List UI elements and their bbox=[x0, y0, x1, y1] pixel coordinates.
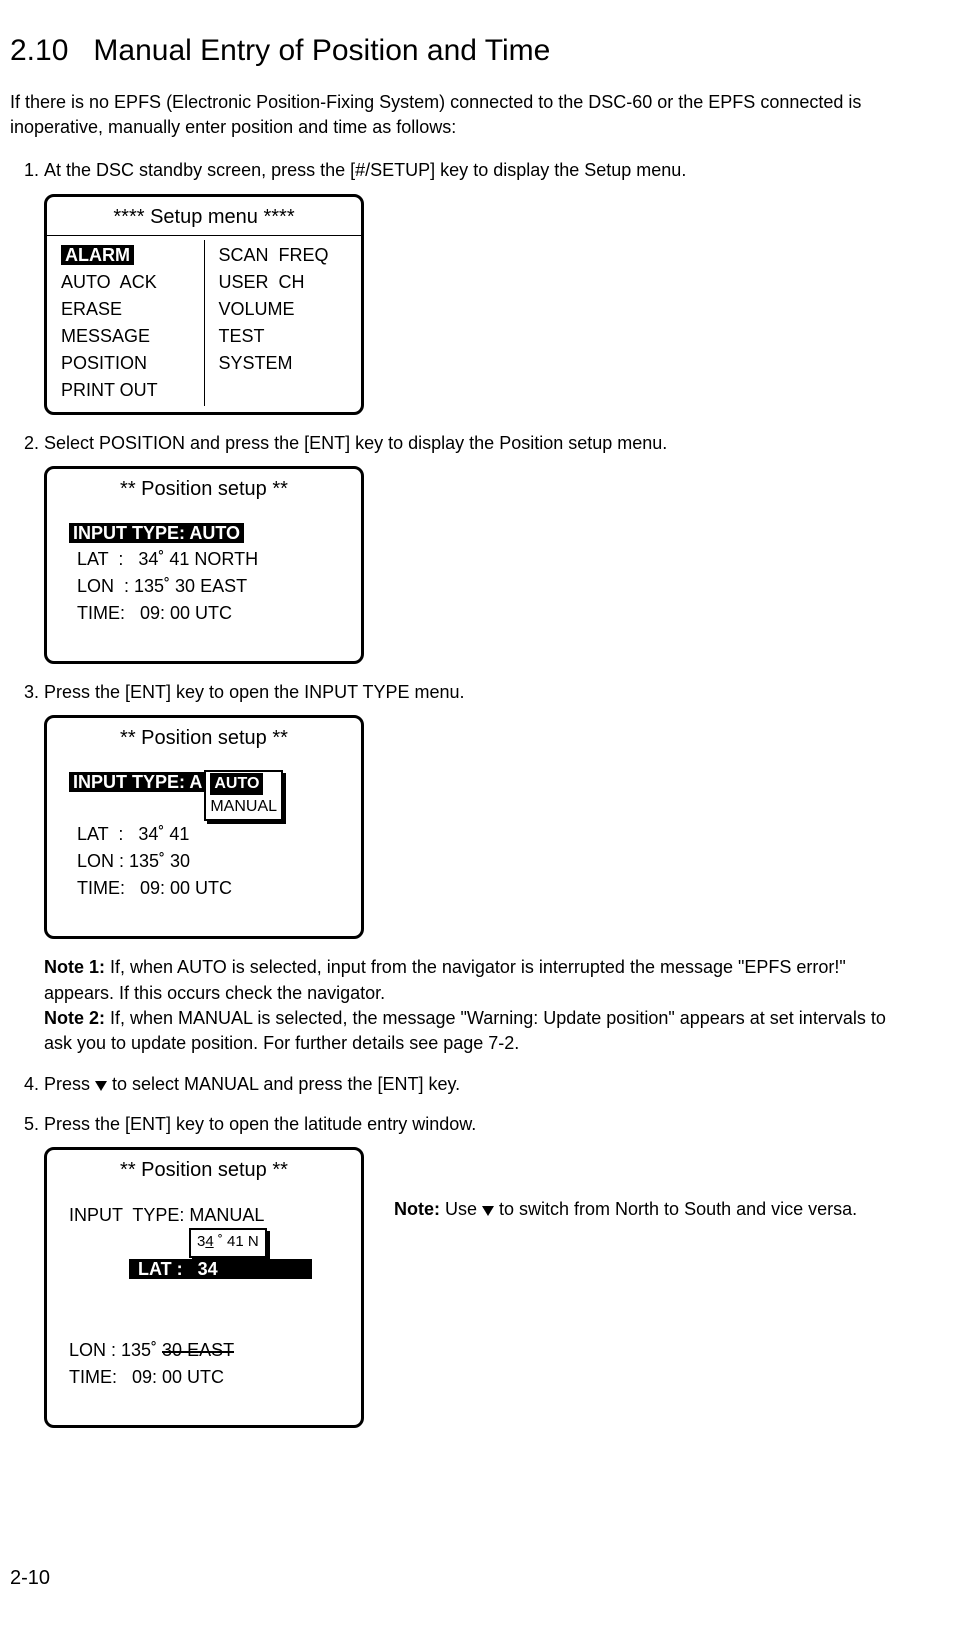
lat-highlight-line: LAT : 34 bbox=[129, 1259, 312, 1279]
menu-item-user-ch: USER CH bbox=[219, 269, 352, 296]
step-2-text: Select POSITION and press the [ENT] key … bbox=[44, 433, 667, 453]
step-3: Press the [ENT] key to open the INPUT TY… bbox=[44, 680, 918, 1056]
lon-line-1: LON : 135˚ 30 EAST bbox=[77, 573, 345, 600]
menu-item-test: TEST bbox=[219, 323, 352, 350]
note-1-label: Note 1: bbox=[44, 957, 105, 977]
step-5-text: Press the [ENT] key to open the latitude… bbox=[44, 1114, 476, 1134]
menu-item-position: POSITION bbox=[61, 350, 194, 377]
setup-menu-left-col: ALARM AUTO ACK ERASE MESSAGE POSITION PR… bbox=[47, 240, 205, 406]
section-title-text: Manual Entry of Position and Time bbox=[93, 34, 550, 67]
position-setup-title-1: ** Position setup ** bbox=[47, 475, 361, 507]
section-number: 2.10 bbox=[10, 34, 68, 67]
menu-item-auto-ack: AUTO ACK bbox=[61, 269, 194, 296]
position-setup-panel-2: ** Position setup ** INPUT TYPE: A AUTO … bbox=[44, 715, 364, 939]
input-type-label-hl: INPUT TYPE: A bbox=[69, 772, 206, 792]
step-5: Press the [ENT] key to open the latitude… bbox=[44, 1112, 918, 1444]
step-1: At the DSC standby screen, press the [#/… bbox=[44, 158, 918, 414]
input-type-auto-hl: INPUT TYPE: AUTO bbox=[69, 523, 244, 543]
step-4: Press to select MANUAL and press the [EN… bbox=[44, 1072, 918, 1098]
step-3-text: Press the [ENT] key to open the INPUT TY… bbox=[44, 682, 465, 702]
section-heading: 2.10 Manual Entry of Position and Time bbox=[10, 30, 918, 72]
dropdown-option-manual[interactable]: MANUAL bbox=[210, 798, 277, 815]
position-setup-panel-3: ** Position setup ** INPUT TYPE: MANUAL … bbox=[44, 1147, 364, 1428]
step-2: Select POSITION and press the [ENT] key … bbox=[44, 431, 918, 664]
menu-item-message: MESSAGE bbox=[61, 323, 194, 350]
lon-line-2: LON : 135˚ 30 bbox=[77, 848, 345, 875]
input-type-dropdown[interactable]: AUTO MANUAL bbox=[204, 770, 283, 821]
side-note-text-b: to switch from North to South and vice v… bbox=[494, 1199, 857, 1219]
time-line-2: TIME: 09: 00 UTC bbox=[77, 875, 345, 902]
lat-entry-cursor-digit: 4 bbox=[205, 1233, 213, 1250]
notes-block: Note 1: If, when AUTO is selected, input… bbox=[44, 955, 918, 1056]
menu-item-scan-freq: SCAN FREQ bbox=[219, 242, 352, 269]
dropdown-option-auto[interactable]: AUTO bbox=[210, 773, 263, 795]
side-note-text-a: Use bbox=[440, 1199, 482, 1219]
position-setup-panel-1: ** Position setup ** INPUT TYPE: AUTO LA… bbox=[44, 466, 364, 664]
side-note: Note: Use to switch from North to South … bbox=[394, 1197, 857, 1223]
down-arrow-icon-2 bbox=[482, 1198, 494, 1223]
note-2-label: Note 2: bbox=[44, 1008, 105, 1028]
input-type-manual-line: INPUT TYPE: MANUAL bbox=[69, 1202, 345, 1229]
position-setup-title-3: ** Position setup ** bbox=[47, 1156, 361, 1188]
note-1-text: If, when AUTO is selected, input from th… bbox=[44, 957, 846, 1002]
intro-paragraph: If there is no EPFS (Electronic Position… bbox=[10, 90, 918, 140]
step-4-text-b: to select MANUAL and press the [ENT] key… bbox=[107, 1074, 460, 1094]
lat-line-1: LAT : 34˚ 41 NORTH bbox=[77, 546, 345, 573]
menu-item-print-out: PRINT OUT bbox=[61, 377, 194, 404]
lon-line-3: LON : 135˚ 30 EAST bbox=[69, 1337, 345, 1364]
time-line-1: TIME: 09: 00 UTC bbox=[77, 600, 345, 627]
step-1-text: At the DSC standby screen, press the [#/… bbox=[44, 160, 686, 180]
setup-menu-right-col: SCAN FREQ USER CH VOLUME TEST SYSTEM bbox=[205, 240, 362, 406]
position-setup-title-2: ** Position setup ** bbox=[47, 724, 361, 756]
setup-menu-panel: **** Setup menu **** ALARM AUTO ACK ERAS… bbox=[44, 194, 364, 415]
side-note-label: Note: bbox=[394, 1199, 440, 1219]
lat-line-2: LAT : 34˚ 41 bbox=[77, 821, 345, 848]
note-2-text: If, when MANUAL is selected, the message… bbox=[44, 1008, 886, 1053]
setup-menu-title: **** Setup menu **** bbox=[47, 203, 361, 235]
menu-item-volume: VOLUME bbox=[219, 296, 352, 323]
menu-item-alarm: ALARM bbox=[61, 245, 134, 265]
down-arrow-icon bbox=[95, 1073, 107, 1098]
page-number: 2-10 bbox=[10, 1564, 918, 1592]
menu-item-erase: ERASE bbox=[61, 296, 194, 323]
menu-item-system: SYSTEM bbox=[219, 350, 352, 377]
time-line-3: TIME: 09: 00 UTC bbox=[69, 1364, 345, 1391]
step-4-text-a: Press bbox=[44, 1074, 95, 1094]
lat-entry-box[interactable]: 34 ˚ 41 N bbox=[189, 1228, 267, 1258]
